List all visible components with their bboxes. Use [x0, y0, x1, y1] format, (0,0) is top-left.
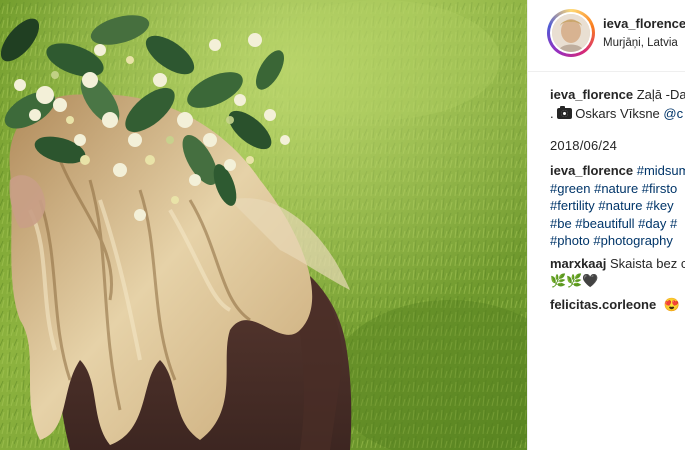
comment-username[interactable]: felicitas.corleone: [550, 297, 656, 312]
comment-text: Skaista bez c: [610, 256, 685, 271]
leaf-emoji: 🌿🌿🖤: [550, 273, 599, 288]
photo-credit-name: Oskars Vīksne: [575, 106, 660, 121]
heart-eyes-emoji: 😍: [663, 297, 681, 312]
hashtags-line-3[interactable]: #fertility #nature #key: [550, 197, 674, 214]
caption-username[interactable]: ieva_florence: [550, 87, 633, 102]
post-header: ieva_florence Murjāņi, Latvia: [528, 0, 685, 72]
hashtags-username[interactable]: ieva_florence: [550, 163, 633, 178]
hashtags-line-5[interactable]: #photo #photography: [550, 232, 673, 249]
avatar-frame: [550, 12, 592, 54]
photo-credit-prefix: .: [550, 106, 554, 121]
post-photo-image: [0, 0, 527, 450]
comment-username[interactable]: marxkaaj: [550, 256, 606, 271]
camera-icon: [557, 106, 573, 119]
avatar[interactable]: [547, 9, 595, 57]
photo-credit-line: . Oskars Vīksne @c: [550, 105, 683, 122]
post-location[interactable]: Murjāņi, Latvia: [603, 37, 678, 49]
photo-credit-mention[interactable]: @c: [663, 106, 683, 121]
hashtags-line-2[interactable]: #green #nature #firsto: [550, 180, 677, 197]
avatar-image: [552, 14, 590, 52]
caption-line: ieva_florence Zaļā -Da: [550, 86, 685, 103]
hashtags-line-4[interactable]: #be #beautifull #day #: [550, 215, 677, 232]
comment-item: marxkaaj Skaista bez c: [550, 255, 685, 272]
post-photo[interactable]: [0, 0, 527, 450]
post-username[interactable]: ieva_florence: [603, 16, 685, 31]
comment-item: felicitas.corleone 😍: [550, 296, 680, 313]
post-date: 2018/06/24: [550, 138, 618, 153]
comment-emoji: 🌿🌿🖤: [550, 272, 599, 289]
hashtags-line-1: ieva_florence #midsum: [550, 162, 685, 179]
hashtag-link[interactable]: #midsum: [637, 163, 685, 178]
post-sidebar: ieva_florence Murjāņi, Latvia ieva_flore…: [527, 0, 685, 450]
caption-text: Zaļā -Da: [636, 87, 685, 102]
